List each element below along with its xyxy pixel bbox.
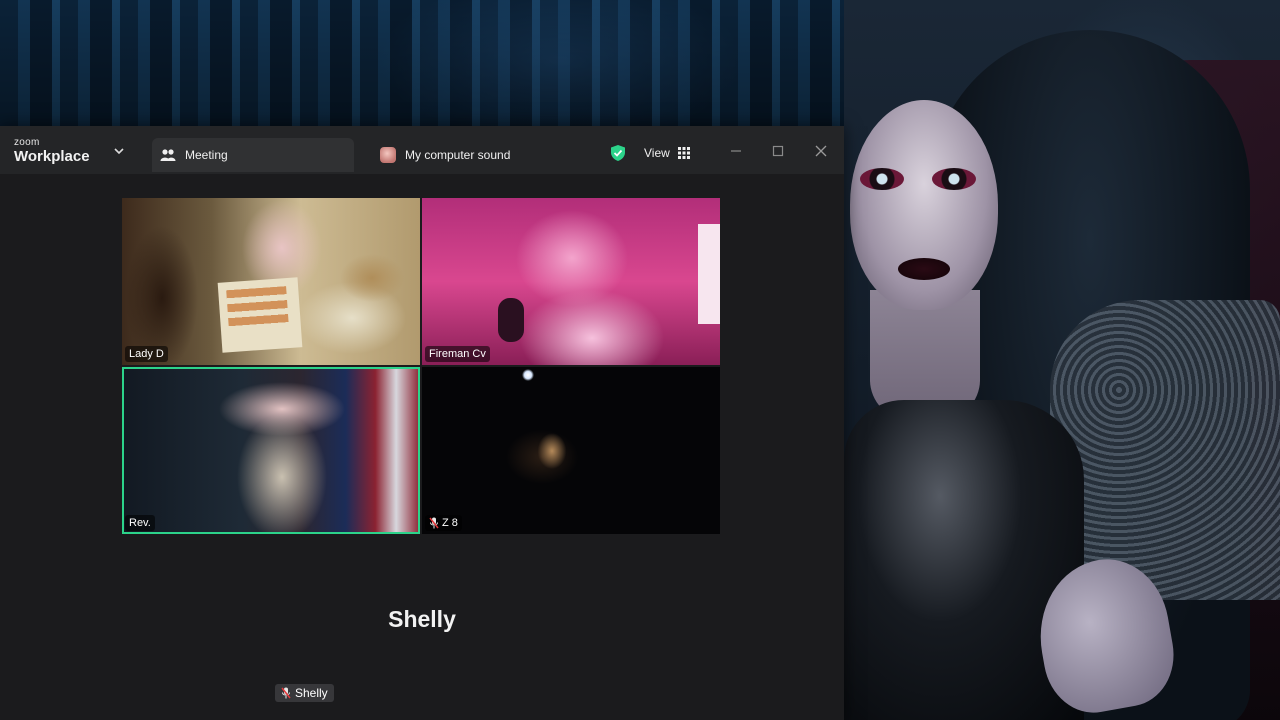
video-tile-fireman-cv[interactable]: Fireman Cv <box>422 198 720 365</box>
video-feed-content <box>217 277 303 353</box>
screen-share-thumbnail-icon <box>380 147 396 163</box>
artwork-eye-left <box>860 168 904 190</box>
maximize-icon[interactable] <box>771 144 785 158</box>
view-label: View <box>644 146 670 160</box>
audio-participant-name: Shelly <box>388 606 456 632</box>
active-speaker-border <box>122 367 420 534</box>
close-icon[interactable] <box>814 144 828 158</box>
participant-name-tag: Lady D <box>125 346 168 362</box>
participant-name-tag: Fireman Cv <box>425 346 490 362</box>
video-feed-content <box>698 224 720 324</box>
brand-small-text: zoom <box>14 137 40 148</box>
video-tile-z8[interactable]: Z 8 <box>422 367 720 534</box>
participant-name-tag: Rev. <box>125 515 155 531</box>
view-button[interactable]: View <box>634 142 700 164</box>
tab-meeting-label: Meeting <box>185 148 228 162</box>
artwork-lips <box>898 258 950 280</box>
zoom-workplace-logo[interactable]: zoom Workplace <box>14 137 90 166</box>
wallpaper-shadow <box>0 0 850 126</box>
artwork-eye-right <box>932 168 976 190</box>
mic-muted-icon <box>429 517 439 529</box>
video-tile-rev[interactable]: Rev. <box>122 367 420 534</box>
participant-name-tag: Z 8 <box>425 515 462 531</box>
chevron-down-icon[interactable] <box>112 144 126 158</box>
participant-name: Lady D <box>129 348 164 360</box>
audio-participant-tag[interactable]: Shelly <box>275 684 334 702</box>
tab-sound-label: My computer sound <box>405 148 511 162</box>
tab-meeting[interactable]: Meeting <box>152 138 354 172</box>
minimize-icon[interactable] <box>729 144 743 158</box>
shield-check-icon[interactable] <box>609 144 627 162</box>
participant-name: Fireman Cv <box>429 348 486 360</box>
participants-icon <box>160 149 176 161</box>
mic-muted-icon <box>281 687 291 699</box>
artwork-lace-sleeve <box>1050 300 1280 600</box>
participant-name: Rev. <box>129 517 151 529</box>
video-tile-lady-d[interactable]: Lady D <box>122 198 420 365</box>
grid-icon <box>677 147 690 159</box>
zoom-meeting-window: zoom Workplace Meeting My computer sound… <box>0 126 844 720</box>
title-bar: zoom Workplace Meeting My computer sound… <box>0 126 844 174</box>
video-feed-content <box>498 298 524 342</box>
participant-name: Z 8 <box>442 517 458 529</box>
brand-title: Workplace <box>14 148 90 165</box>
tab-computer-sound[interactable]: My computer sound <box>372 138 592 172</box>
audio-participant-tag-label: Shelly <box>295 686 328 700</box>
